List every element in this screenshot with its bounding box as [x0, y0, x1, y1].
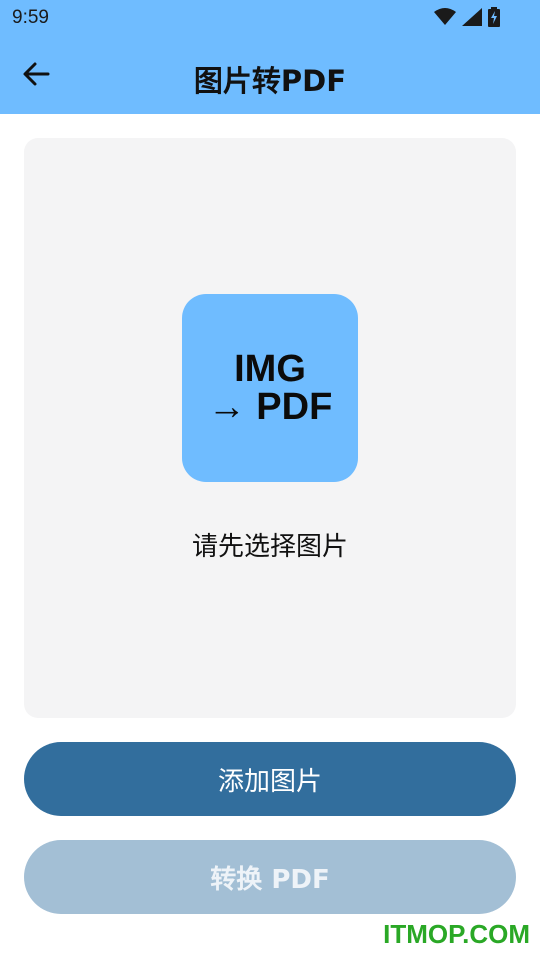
signal-icon	[462, 8, 482, 30]
convert-pdf-button[interactable]: 转换 PDF	[24, 840, 516, 914]
status-icons	[434, 7, 500, 31]
image-preview-area[interactable]: IMG → PDF 请先选择图片	[24, 138, 516, 718]
status-time: 9:59	[12, 7, 49, 28]
battery-charging-icon	[488, 7, 500, 31]
logo-line-pdf: → PDF	[207, 386, 333, 428]
page-title: 图片转PDF	[193, 64, 347, 98]
empty-hint: 请先选择图片	[191, 532, 348, 562]
add-image-button[interactable]: 添加图片	[24, 742, 516, 816]
app-bar: 图片转PDF	[0, 36, 540, 114]
img-to-pdf-logo: IMG → PDF	[182, 294, 358, 482]
logo-line-img: IMG	[234, 348, 306, 390]
watermark: ITMOP.COM	[383, 919, 530, 949]
wifi-icon	[434, 8, 456, 30]
status-bar: 9:59	[0, 0, 540, 36]
